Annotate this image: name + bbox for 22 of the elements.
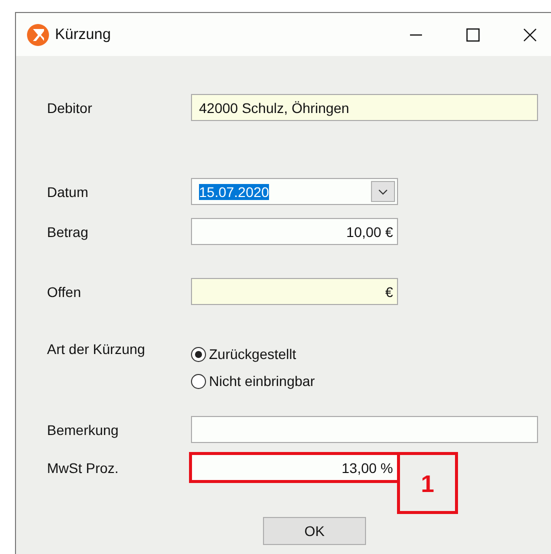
chevron-down-icon[interactable]: [371, 181, 395, 202]
input-field[interactable]: 13,00 %: [191, 454, 398, 481]
callout-number: 1: [397, 452, 458, 514]
field-label: Offen: [47, 284, 82, 300]
input-field[interactable]: 42000 Schulz, Öhringen: [191, 94, 538, 121]
input-field[interactable]: €: [191, 278, 398, 305]
field-label: Datum: [47, 184, 90, 200]
field-label: MwSt Proz.: [47, 460, 120, 476]
radio-option[interactable]: Zurückgestellt: [191, 343, 315, 365]
ok-button[interactable]: OK: [263, 517, 366, 545]
date-dropdown[interactable]: 15.07.2020: [191, 178, 398, 205]
close-icon[interactable]: [523, 28, 537, 42]
radio-option[interactable]: Nicht einbringbar: [191, 370, 315, 392]
maximize-icon[interactable]: [466, 28, 480, 42]
input-field[interactable]: 10,00 €: [191, 218, 398, 245]
field-label: Debitor: [47, 100, 94, 116]
app-logo-icon: [27, 24, 49, 46]
field-label: Art der Kürzung: [47, 341, 146, 357]
field-label: Betrag: [47, 224, 90, 240]
window-title: Kürzung: [55, 26, 111, 43]
input-field[interactable]: [191, 416, 538, 443]
field-label: Bemerkung: [47, 422, 120, 438]
